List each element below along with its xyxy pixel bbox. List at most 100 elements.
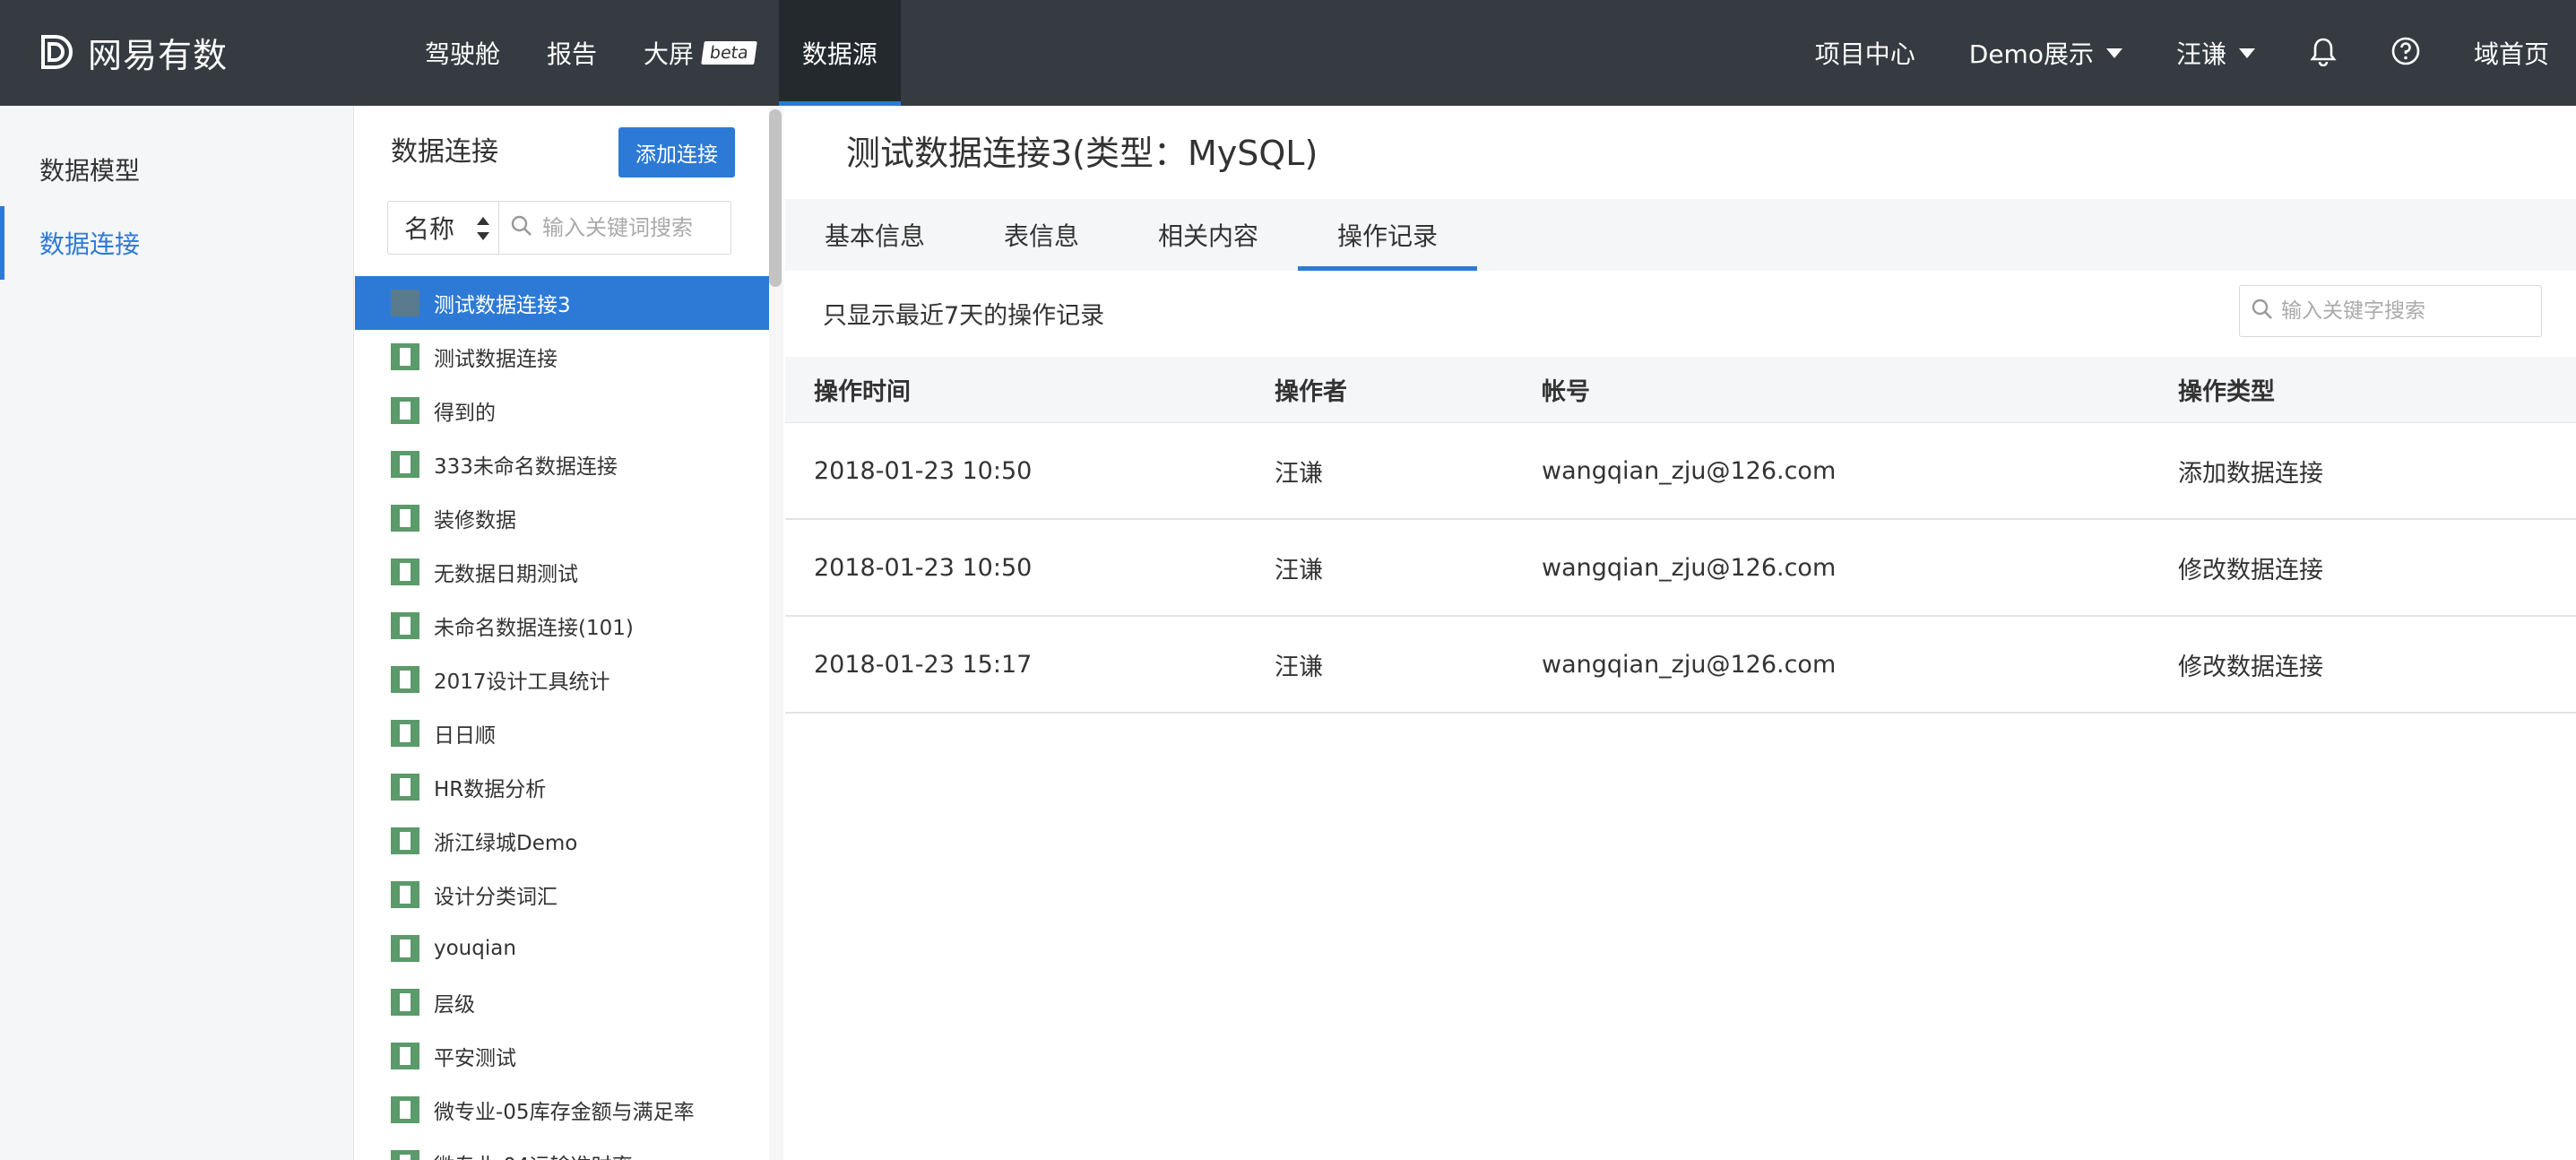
filter-field-value: 名称 xyxy=(404,214,455,244)
sidebar-item-data-connection[interactable]: 数据连接 xyxy=(0,206,353,280)
tab-related-content[interactable]: 相关内容 xyxy=(1119,199,1298,271)
project-center-label: 项目中心 xyxy=(1814,39,1915,69)
help-button[interactable] xyxy=(2364,0,2447,106)
log-search-input[interactable] xyxy=(2281,299,2532,323)
list-item-label: 得到的 xyxy=(434,402,496,425)
list-item[interactable]: 微专业-04运输准时率 xyxy=(355,1137,769,1160)
list-item[interactable]: 浙江绿城Demo xyxy=(355,814,769,868)
project-label: Demo展示 xyxy=(1968,39,2094,69)
list-item[interactable]: 层级 xyxy=(355,975,769,1029)
cell-operator: 汪谦 xyxy=(1275,459,1323,488)
list-item-label: 设计分类词汇 xyxy=(434,886,558,909)
list-item[interactable]: youqian xyxy=(355,922,769,975)
select-arrows-icon xyxy=(477,217,489,240)
cell-op-type: 修改数据连接 xyxy=(2178,653,2323,681)
cell-operator: 汪谦 xyxy=(1275,653,1323,681)
tab-label: 表信息 xyxy=(1004,221,1080,251)
nav-report[interactable]: 报告 xyxy=(523,0,620,106)
excel-file-icon xyxy=(391,397,419,424)
list-item[interactable]: 无数据日期测试 xyxy=(355,545,769,599)
tab-table-info[interactable]: 表信息 xyxy=(964,199,1119,271)
cell-op-time: 2018-01-23 10:50 xyxy=(814,553,1033,582)
list-item[interactable]: 微专业-05库存金额与满足率 xyxy=(355,1083,769,1137)
caret-down-icon xyxy=(2238,48,2255,58)
detail-tabs: 基本信息 表信息 相关内容 操作记录 xyxy=(785,199,2576,271)
list-item[interactable]: 装修数据 xyxy=(355,491,769,545)
notification-button[interactable] xyxy=(2282,0,2364,106)
tab-operation-log[interactable]: 操作记录 xyxy=(1298,199,1478,271)
list-item-label: 平安测试 xyxy=(434,1047,516,1070)
main-content: 测试数据连接3(类型：MySQL) 基本信息 表信息 相关内容 操作记录 只显示… xyxy=(785,106,2576,1160)
excel-file-icon xyxy=(391,1150,419,1160)
list-item-label: 装修数据 xyxy=(434,509,516,532)
excel-file-icon xyxy=(391,774,419,801)
list-item[interactable]: HR数据分析 xyxy=(355,760,769,814)
excel-file-icon xyxy=(391,505,419,532)
list-item[interactable]: 设计分类词汇 xyxy=(355,868,769,922)
mysql-icon xyxy=(391,290,419,316)
question-circle-icon xyxy=(2390,36,2421,70)
brand-logo[interactable]: 网易有数 xyxy=(36,25,228,79)
nav-label: 大屏 xyxy=(644,39,695,69)
sidebar-item-data-model[interactable]: 数据模型 xyxy=(0,133,353,206)
list-item-label: 未命名数据连接(101) xyxy=(434,617,634,640)
cell-account: wangqian_zju@126.com xyxy=(1542,456,1837,485)
header-account[interactable]: 帐号 xyxy=(1542,372,2178,407)
left-sidebar: 数据模型 数据连接 xyxy=(0,106,354,1160)
nav-cockpit[interactable]: 驾驶舱 xyxy=(402,0,523,106)
tab-label: 操作记录 xyxy=(1337,221,1439,251)
project-dropdown[interactable]: Demo展示 xyxy=(1942,0,2149,106)
nav-bigscreen[interactable]: 大屏 beta xyxy=(620,0,779,106)
list-item-label: 微专业-04运输准时率 xyxy=(434,1148,633,1160)
user-dropdown[interactable]: 汪谦 xyxy=(2149,0,2282,106)
nav-label: 报告 xyxy=(547,39,598,69)
excel-file-icon xyxy=(391,720,419,747)
header-operator[interactable]: 操作者 xyxy=(1275,372,1542,407)
list-item-label: 浙江绿城Demo xyxy=(434,832,578,855)
excel-file-icon xyxy=(391,989,419,1016)
excel-file-icon xyxy=(391,558,419,585)
operation-log-table: 操作时间 操作者 帐号 操作类型 2018-01-23 10:50 汪谦 wan… xyxy=(785,357,2576,714)
list-item[interactable]: 得到的 xyxy=(355,384,769,437)
caret-down-icon xyxy=(2105,48,2122,58)
excel-file-icon xyxy=(391,881,419,908)
filter-field-select[interactable]: 名称 xyxy=(388,202,499,254)
excel-file-icon xyxy=(391,1043,419,1069)
header-op-type[interactable]: 操作类型 xyxy=(2178,372,2576,407)
nav-label: 驾驶舱 xyxy=(425,39,501,69)
list-item[interactable]: 333未命名数据连接 xyxy=(355,437,769,491)
youshu-logo-icon xyxy=(36,33,73,71)
domain-home-link[interactable]: 域首页 xyxy=(2447,0,2576,106)
list-item[interactable]: 测试数据连接 xyxy=(355,330,769,384)
list-scrollbar-thumb[interactable] xyxy=(769,109,782,287)
panel-title: 数据连接 xyxy=(391,136,498,168)
connection-search xyxy=(499,202,730,254)
list-item-label: 无数据日期测试 xyxy=(434,563,578,586)
connection-list-panel: 数据连接 添加连接 名称 测试数据连接3 测试数据连接得到的 333未命名数据连接装… xyxy=(355,106,783,1160)
header-op-time[interactable]: 操作时间 xyxy=(785,372,1275,407)
excel-file-icon xyxy=(391,666,419,693)
connection-filter: 名称 xyxy=(387,201,731,255)
list-item[interactable]: 日日顺 xyxy=(355,706,769,760)
table-row: 2018-01-23 10:50 汪谦 wangqian_zju@126.com… xyxy=(785,423,2576,520)
main-nav: 驾驶舱 报告 大屏 beta 数据源 xyxy=(402,0,901,106)
cell-operator: 汪谦 xyxy=(1275,556,1323,584)
tab-basic-info[interactable]: 基本信息 xyxy=(785,199,964,271)
list-item-label: 层级 xyxy=(434,993,475,1017)
list-item[interactable]: 2017设计工具统计 xyxy=(355,653,769,706)
project-center-link[interactable]: 项目中心 xyxy=(1788,0,1942,106)
nav-datasource[interactable]: 数据源 xyxy=(778,0,901,106)
connection-search-input[interactable] xyxy=(542,215,730,240)
header-right: 项目中心 Demo展示 汪谦 域首页 xyxy=(1788,0,2576,106)
list-item-label: 测试数据连接3 xyxy=(434,294,571,317)
table-row: 2018-01-23 10:50 汪谦 wangqian_zju@126.com… xyxy=(785,520,2576,617)
list-item-label: HR数据分析 xyxy=(434,778,547,801)
list-item-label: 微专业-05库存金额与满足率 xyxy=(434,1101,695,1124)
list-item[interactable]: 平安测试 xyxy=(355,1029,769,1083)
list-item[interactable]: 测试数据连接3 xyxy=(355,276,769,330)
list-item[interactable]: 未命名数据连接(101) xyxy=(355,599,769,653)
add-connection-button[interactable]: 添加连接 xyxy=(618,127,735,177)
list-item-label: 2017设计工具统计 xyxy=(434,671,610,694)
excel-file-icon xyxy=(391,451,419,478)
excel-file-icon xyxy=(391,935,419,962)
